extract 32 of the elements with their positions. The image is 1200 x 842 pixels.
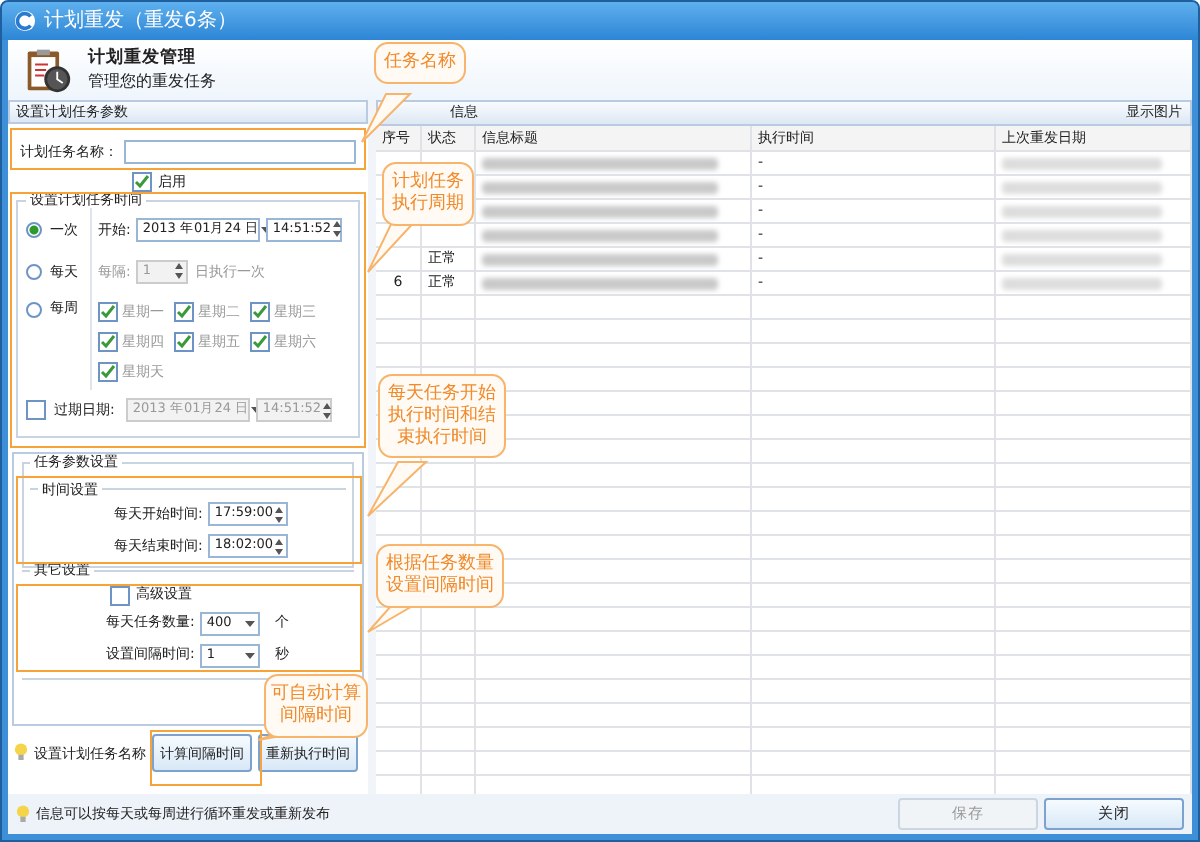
caret-icon[interactable] (244, 651, 257, 660)
spin-arrows-icon[interactable] (321, 401, 332, 420)
checkbox[interactable] (98, 332, 118, 353)
clipboard-clock-icon (24, 46, 72, 94)
radio-button[interactable] (26, 221, 42, 238)
checkbox[interactable] (98, 362, 118, 383)
radio-button[interactable] (26, 302, 42, 319)
callout: 可自动计算间隔时间 (264, 674, 368, 738)
spin-arrows-icon[interactable] (331, 220, 342, 239)
spin-arrows-icon[interactable] (174, 262, 185, 281)
checkbox[interactable] (250, 302, 270, 323)
lightbulb-icon (14, 742, 28, 765)
highlight-frame (150, 730, 262, 786)
header-title: 计划重发管理 (88, 48, 198, 69)
checkbox[interactable] (98, 302, 118, 323)
radio-button[interactable] (26, 263, 42, 280)
app-logo-icon (14, 10, 36, 32)
callout: 任务名称 (374, 42, 466, 84)
checkbox[interactable] (174, 302, 194, 323)
callout: 计划任务执行周期 (382, 162, 474, 226)
checkbox[interactable] (132, 172, 152, 192)
task-name-field[interactable] (124, 140, 356, 164)
checkbox[interactable] (110, 585, 130, 606)
spin-arrows-icon[interactable] (274, 505, 285, 524)
header-subtitle: 管理您的重发任务 (88, 72, 216, 92)
caret-icon[interactable] (244, 619, 257, 628)
checkbox[interactable] (26, 400, 46, 421)
lightbulb-icon (16, 803, 30, 825)
spin-arrows-icon[interactable] (274, 537, 285, 556)
window-title: 计划重发（重发6条） (44, 9, 237, 33)
checkbox[interactable] (250, 332, 270, 353)
checkbox[interactable] (174, 332, 194, 353)
